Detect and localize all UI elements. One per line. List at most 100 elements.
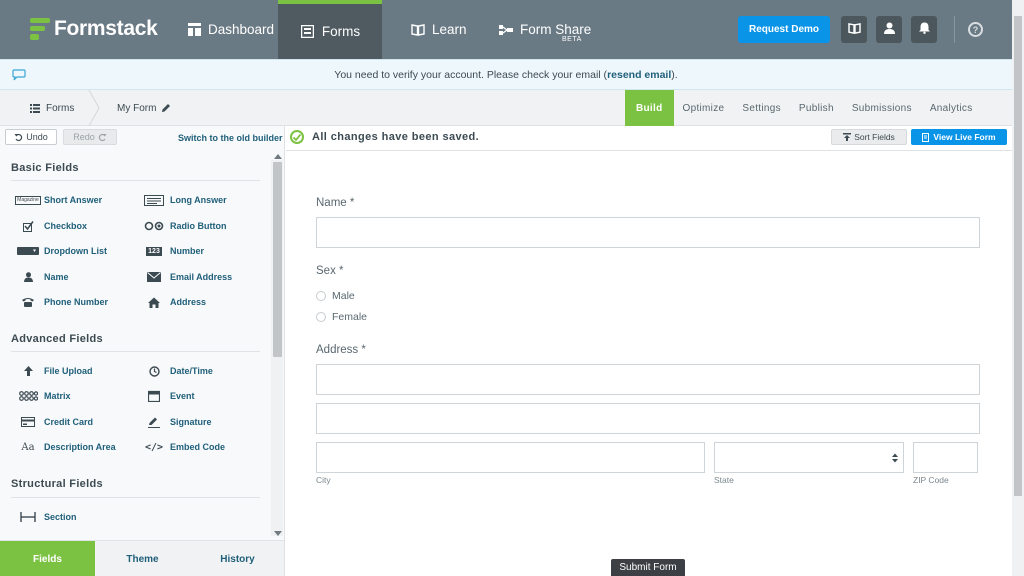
structural-fields-title: Structural Fields <box>11 478 103 490</box>
house-icon <box>143 296 165 308</box>
field-label: Short Answer <box>44 195 103 205</box>
field-address[interactable]: Address <box>143 294 206 310</box>
request-demo-button[interactable]: Request Demo <box>738 16 830 43</box>
panel-tab-fields[interactable]: Fields <box>0 541 95 576</box>
panel-tab-theme[interactable]: Theme <box>95 541 190 576</box>
name-input[interactable] <box>316 217 980 248</box>
checkbox-icon <box>17 220 39 232</box>
nav-form-share[interactable]: Form Share BETA <box>498 0 591 59</box>
address-line2-input[interactable] <box>316 403 980 434</box>
scroll-up-icon[interactable] <box>274 153 282 159</box>
tab-optimize[interactable]: Optimize <box>674 90 734 126</box>
breadcrumb-forms[interactable]: Forms <box>30 90 74 126</box>
radio-circle[interactable] <box>316 312 326 322</box>
radio-female-label: Female <box>332 311 368 323</box>
field-checkbox[interactable]: Checkbox <box>17 218 87 234</box>
breadcrumb-separator <box>88 90 100 126</box>
tab-analytics[interactable]: Analytics <box>921 90 982 126</box>
clock-icon <box>143 365 165 377</box>
field-phone-number[interactable]: Phone Number <box>17 294 108 310</box>
person-icon <box>17 271 39 283</box>
chat-icon[interactable] <box>12 69 26 84</box>
field-name[interactable]: Name <box>17 269 69 285</box>
panel-tab-history[interactable]: History <box>190 541 284 576</box>
field-section[interactable]: Section <box>17 509 77 525</box>
signature-icon <box>143 416 165 428</box>
save-status-text: All changes have been saved. <box>312 131 480 143</box>
field-label: Signature <box>170 417 212 427</box>
redo-button[interactable]: Redo <box>63 129 117 145</box>
phone-icon <box>17 296 39 308</box>
field-label: Name <box>44 272 69 282</box>
field-credit-card[interactable]: Credit Card <box>17 414 93 430</box>
formstack-logo[interactable]: Formstack <box>30 16 158 42</box>
field-label: Credit Card <box>44 417 94 427</box>
brand-name: Formstack <box>54 17 158 40</box>
field-label: Dropdown List <box>44 246 107 256</box>
nav-forms[interactable]: Forms <box>278 0 382 59</box>
resources-button[interactable] <box>841 16 867 43</box>
radio-female[interactable]: Female <box>316 311 367 323</box>
pencil-icon[interactable] <box>161 103 171 113</box>
view-live-form-button[interactable]: View Live Form <box>911 129 1007 145</box>
tab-publish[interactable]: Publish <box>790 90 843 126</box>
field-number[interactable]: 123 Number <box>143 243 204 259</box>
dropdown-icon <box>17 245 39 257</box>
radio-male-label: Male <box>332 290 355 302</box>
field-long-answer[interactable]: Long Answer <box>143 192 227 208</box>
submit-form-button[interactable]: Submit Form <box>611 559 685 576</box>
address-line1-input[interactable] <box>316 364 980 395</box>
field-label: Email Address <box>170 272 233 282</box>
scroll-down-icon[interactable] <box>274 531 282 537</box>
save-status: All changes have been saved. <box>290 129 479 145</box>
radio-circle[interactable] <box>316 291 326 301</box>
field-event[interactable]: Event <box>143 388 195 404</box>
field-label: Description Area <box>44 442 116 452</box>
state-sublabel: State <box>714 475 734 485</box>
sort-fields-label: Sort Fields <box>854 132 895 142</box>
tab-submissions[interactable]: Submissions <box>843 90 921 126</box>
calendar-icon <box>143 390 165 402</box>
field-signature[interactable]: Signature <box>143 414 212 430</box>
zip-input[interactable] <box>913 442 978 473</box>
field-email-address[interactable]: Email Address <box>143 269 232 285</box>
radio-male[interactable]: Male <box>316 290 355 302</box>
document-icon <box>922 132 930 142</box>
switch-old-builder-link[interactable]: Switch to the old builder <box>178 133 283 143</box>
undo-label: Undo <box>26 132 48 142</box>
tab-settings[interactable]: Settings <box>733 90 790 126</box>
nav-learn[interactable]: Learn <box>410 0 467 59</box>
palette-scrollbar-thumb[interactable] <box>273 162 282 357</box>
breadcrumb-current[interactable]: My Form <box>117 90 171 126</box>
field-dropdown-list[interactable]: Dropdown List <box>17 243 107 259</box>
tab-build[interactable]: Build <box>625 90 674 126</box>
field-label: Date/Time <box>170 366 213 376</box>
builder-toolbar: Undo Redo Switch to the old builder <box>0 126 284 150</box>
book-icon <box>847 22 861 37</box>
sort-icon <box>843 133 852 141</box>
field-date-time[interactable]: Date/Time <box>143 363 213 379</box>
field-label: Number <box>170 246 205 256</box>
city-input[interactable] <box>316 442 705 473</box>
state-select[interactable] <box>714 442 904 473</box>
section-icon <box>17 511 39 523</box>
help-icon[interactable]: ? <box>968 22 983 37</box>
nav-separator <box>954 16 955 43</box>
field-matrix[interactable]: Matrix <box>17 388 71 404</box>
nav-dashboard[interactable]: Dashboard <box>186 0 274 59</box>
field-short-answer[interactable]: Magazine Short Answer <box>15 192 103 208</box>
page-scrollbar-thumb[interactable] <box>1014 16 1022 496</box>
long-answer-icon <box>143 194 165 206</box>
field-embed-code[interactable]: </> Embed Code <box>143 439 225 455</box>
resend-email-link[interactable]: resend email <box>607 69 671 81</box>
field-radio-button[interactable]: Radio Button <box>143 218 227 234</box>
field-file-upload[interactable]: File Upload <box>17 363 93 379</box>
undo-button[interactable]: Undo <box>5 129 57 145</box>
dashboard-icon <box>186 22 202 38</box>
sort-fields-button[interactable]: Sort Fields <box>831 129 907 145</box>
verify-account-notice: You need to verify your account. Please … <box>0 59 1012 90</box>
sex-field-label: Sex * <box>316 265 344 277</box>
field-description-area[interactable]: Aa Description Area <box>17 439 116 455</box>
notifications-button[interactable] <box>911 16 937 43</box>
user-account-button[interactable] <box>876 16 902 43</box>
